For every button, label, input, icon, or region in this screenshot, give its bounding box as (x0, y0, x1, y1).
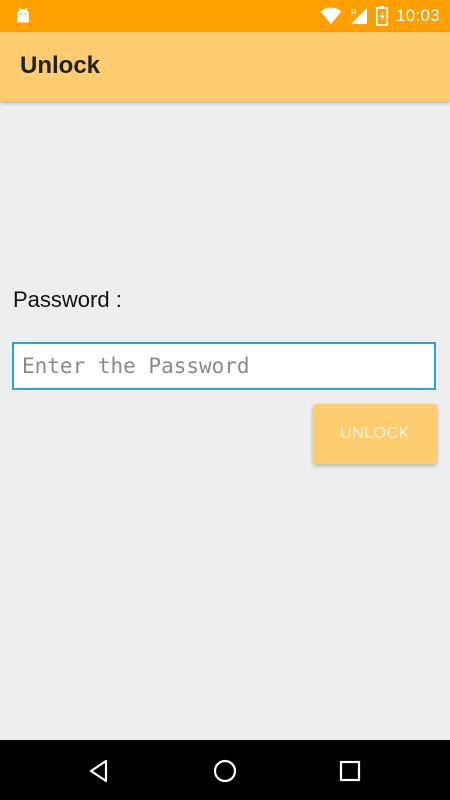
unlock-button[interactable]: UNLOCK (313, 404, 437, 464)
status-bar: R 10:03 (0, 0, 450, 32)
password-label: Password : (13, 287, 122, 312)
signal-roaming-icon: R (350, 8, 367, 24)
home-icon[interactable] (212, 758, 238, 784)
page-title: Unlock (20, 52, 101, 79)
app-bar: Unlock (0, 32, 450, 101)
android-debug-icon (17, 7, 29, 23)
password-input[interactable] (12, 342, 436, 390)
status-time: 10:03 (395, 6, 440, 25)
svg-text:R: R (351, 8, 357, 17)
wifi-icon (320, 7, 342, 24)
navigation-bar (0, 740, 450, 800)
back-icon[interactable] (87, 758, 113, 784)
unlock-form: Password : UNLOCK (0, 101, 450, 740)
battery-icon (375, 6, 388, 26)
recents-icon[interactable] (337, 758, 363, 784)
